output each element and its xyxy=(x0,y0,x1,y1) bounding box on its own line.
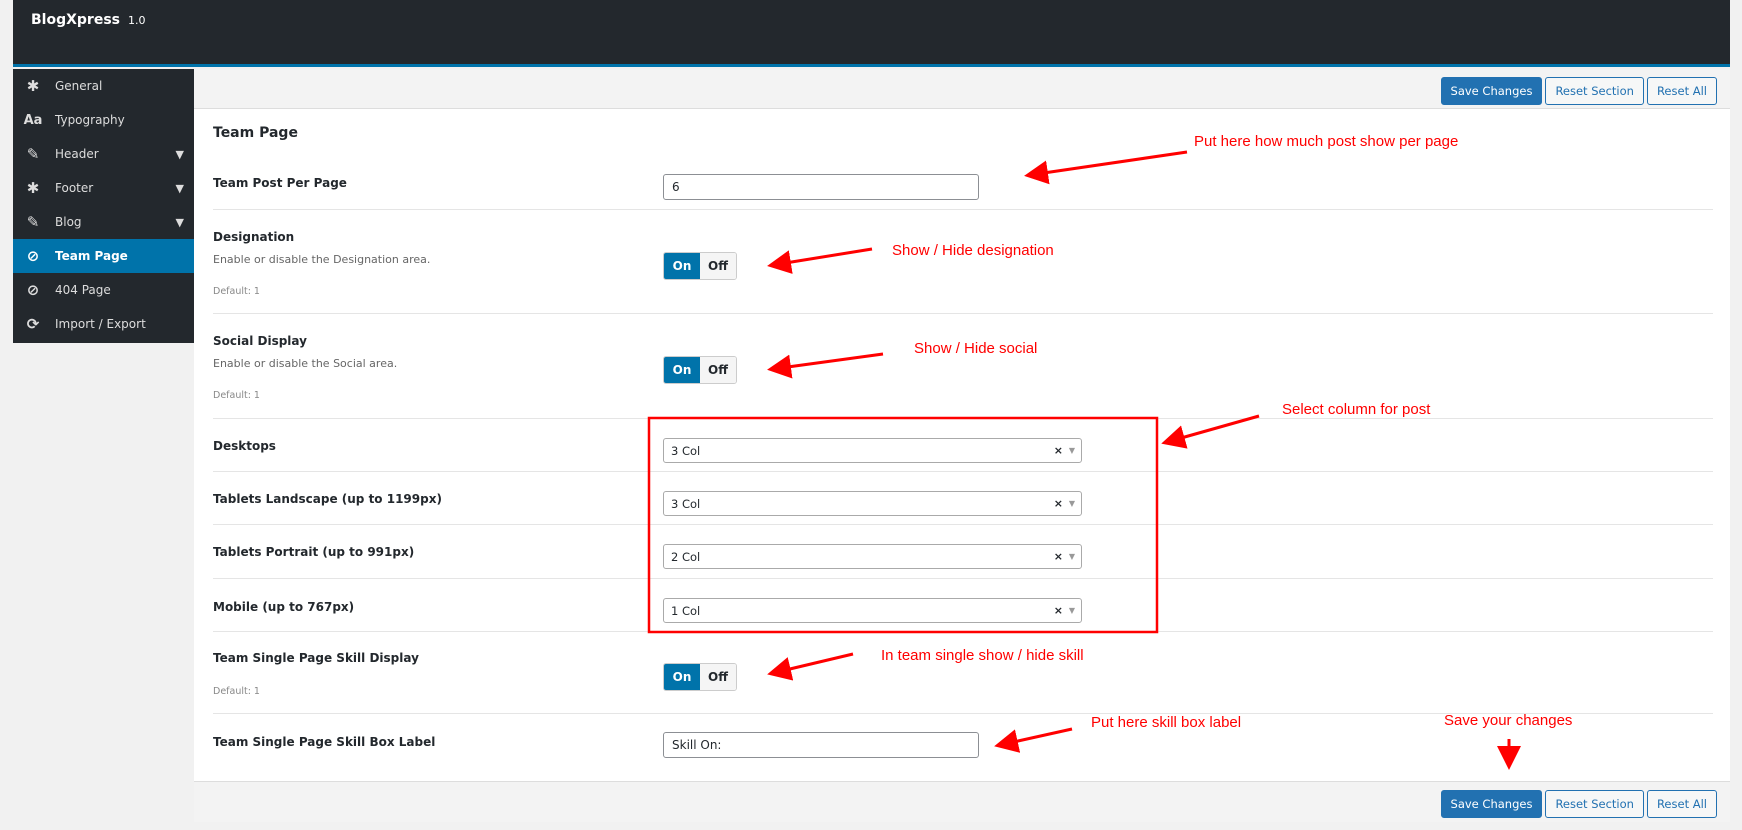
toggle-on[interactable]: On xyxy=(664,664,700,690)
sidebar-item-label: General xyxy=(55,79,103,93)
sidebar-item-label: Team Page xyxy=(55,249,128,263)
clear-icon[interactable]: × xyxy=(1054,550,1063,563)
field-label: Team Single Page Skill Display xyxy=(213,651,419,665)
annotation-skill-label: Put here skill box label xyxy=(1091,714,1242,731)
divider xyxy=(213,524,1713,525)
sidebar-item-404-page[interactable]: ⊘ 404 Page xyxy=(13,273,194,307)
clear-icon[interactable]: × xyxy=(1054,497,1063,510)
clear-icon[interactable]: × xyxy=(1054,604,1063,617)
divider xyxy=(213,209,1713,210)
field-label: Team Single Page Skill Box Label xyxy=(213,735,436,749)
settings-panel: Save Changes Reset Section Reset All Tea… xyxy=(194,69,1730,822)
chevron-down-icon[interactable]: ▼ xyxy=(176,182,184,195)
eye-slash-icon: ⊘ xyxy=(26,247,40,265)
dropdown-arrow-icon[interactable]: ▼ xyxy=(1069,499,1075,508)
app-version: 1.0 xyxy=(128,14,146,27)
divider xyxy=(213,418,1713,419)
annotation-skill: In team single show / hide skill xyxy=(881,647,1084,664)
sidebar-item-footer[interactable]: ✱ Footer ▼ xyxy=(13,171,194,205)
field-label: Tablets Portrait (up to 991px) xyxy=(213,545,415,559)
toggle-on[interactable]: On xyxy=(664,253,700,279)
annotation-designation: Show / Hide designation xyxy=(892,242,1054,259)
section-title: Team Page xyxy=(213,125,298,141)
save-changes-button[interactable]: Save Changes xyxy=(1440,790,1543,818)
tablets-portrait-select[interactable]: 2 Col × ▼ xyxy=(663,544,1082,569)
annotation-columns: Select column for post xyxy=(1282,401,1431,418)
sidebar-item-team-page[interactable]: ⊘ Team Page xyxy=(13,239,194,273)
sidebar-item-label: Typography xyxy=(55,113,125,127)
select-value: 1 Col xyxy=(671,603,701,618)
dropdown-arrow-icon[interactable]: ▼ xyxy=(1069,552,1075,561)
app-title: BlogXpress 1.0 xyxy=(31,12,146,28)
sidebar-item-general[interactable]: ✱ General xyxy=(13,69,194,103)
toggle-off[interactable]: Off xyxy=(700,357,736,383)
chevron-down-icon[interactable]: ▼ xyxy=(176,148,184,161)
field-label: Designation xyxy=(213,230,295,244)
gear-icon: ✱ xyxy=(26,179,40,197)
sidebar-item-label: Header xyxy=(55,147,99,161)
sidebar-item-label: 404 Page xyxy=(55,283,111,297)
field-default: Default: 1 xyxy=(213,390,260,401)
save-changes-button[interactable]: Save Changes xyxy=(1440,77,1543,105)
post-per-page-input[interactable]: 6 xyxy=(663,174,979,200)
sidebar-item-header[interactable]: ✎ Header ▼ xyxy=(13,137,194,171)
reset-section-button[interactable]: Reset Section xyxy=(1545,790,1644,818)
clear-icon[interactable]: × xyxy=(1054,444,1063,457)
skill-display-toggle[interactable]: On Off xyxy=(663,663,737,691)
dropdown-arrow-icon[interactable]: ▼ xyxy=(1069,606,1075,615)
eye-slash-icon: ⊘ xyxy=(26,281,40,299)
tablets-landscape-select[interactable]: 3 Col × ▼ xyxy=(663,491,1082,516)
sidebar: ✱ General Aa Typography ✎ Header ▼ ✱ Footer ▼ … xyxy=(13,69,194,343)
sidebar-item-blog[interactable]: ✎ Blog ▼ xyxy=(13,205,194,239)
toggle-off[interactable]: Off xyxy=(700,664,736,690)
select-value: 3 Col xyxy=(671,443,701,458)
sidebar-item-import-export[interactable]: ⟳ Import / Export xyxy=(13,307,194,341)
sidebar-item-typography[interactable]: Aa Typography xyxy=(13,103,194,137)
annotation-social: Show / Hide social xyxy=(914,340,1038,357)
divider xyxy=(213,631,1713,632)
field-label: Social Display xyxy=(213,334,307,348)
reset-all-button[interactable]: Reset All xyxy=(1646,790,1717,818)
annotation-post-per-page: Put here how much post show per page xyxy=(1194,133,1459,150)
refresh-icon: ⟳ xyxy=(26,315,40,333)
sidebar-item-label: Footer xyxy=(55,181,94,195)
edit-icon: ✎ xyxy=(26,145,40,163)
toggle-on[interactable]: On xyxy=(664,357,700,383)
field-description: Enable or disable the Designation area. xyxy=(213,253,431,266)
select-value: 3 Col xyxy=(671,496,701,511)
select-value: 2 Col xyxy=(671,549,701,564)
edit-icon: ✎ xyxy=(26,213,40,231)
divider xyxy=(213,313,1713,314)
field-label: Desktops xyxy=(213,439,276,453)
reset-section-button[interactable]: Reset Section xyxy=(1545,77,1644,105)
gear-icon: ✱ xyxy=(26,77,40,95)
mobile-select[interactable]: 1 Col × ▼ xyxy=(663,598,1082,623)
sidebar-item-label: Blog xyxy=(55,215,82,229)
skill-box-label-input[interactable]: Skill On: xyxy=(663,732,979,758)
field-label: Tablets Landscape (up to 1199px) xyxy=(213,492,442,506)
field-default: Default: 1 xyxy=(213,286,260,297)
reset-all-button[interactable]: Reset All xyxy=(1646,77,1717,105)
sidebar-item-label: Import / Export xyxy=(55,317,146,331)
desktops-select[interactable]: 3 Col × ▼ xyxy=(663,438,1082,463)
field-default: Default: 1 xyxy=(213,686,260,697)
bottom-toolbar: Save Changes Reset Section Reset All xyxy=(194,781,1730,822)
divider xyxy=(213,578,1713,579)
top-toolbar: Save Changes Reset Section Reset All xyxy=(194,69,1730,109)
chevron-down-icon[interactable]: ▼ xyxy=(176,216,184,229)
annotation-save: Save your changes xyxy=(1444,712,1573,729)
social-toggle[interactable]: On Off xyxy=(663,356,737,384)
app-name: BlogXpress xyxy=(31,12,120,28)
typography-icon: Aa xyxy=(23,112,43,128)
top-header xyxy=(13,0,1730,67)
field-label: Team Post Per Page xyxy=(213,176,347,190)
dropdown-arrow-icon[interactable]: ▼ xyxy=(1069,446,1075,455)
designation-toggle[interactable]: On Off xyxy=(663,252,737,280)
field-label: Mobile (up to 767px) xyxy=(213,600,355,614)
field-description: Enable or disable the Social area. xyxy=(213,357,398,370)
toggle-off[interactable]: Off xyxy=(700,253,736,279)
divider xyxy=(213,471,1713,472)
